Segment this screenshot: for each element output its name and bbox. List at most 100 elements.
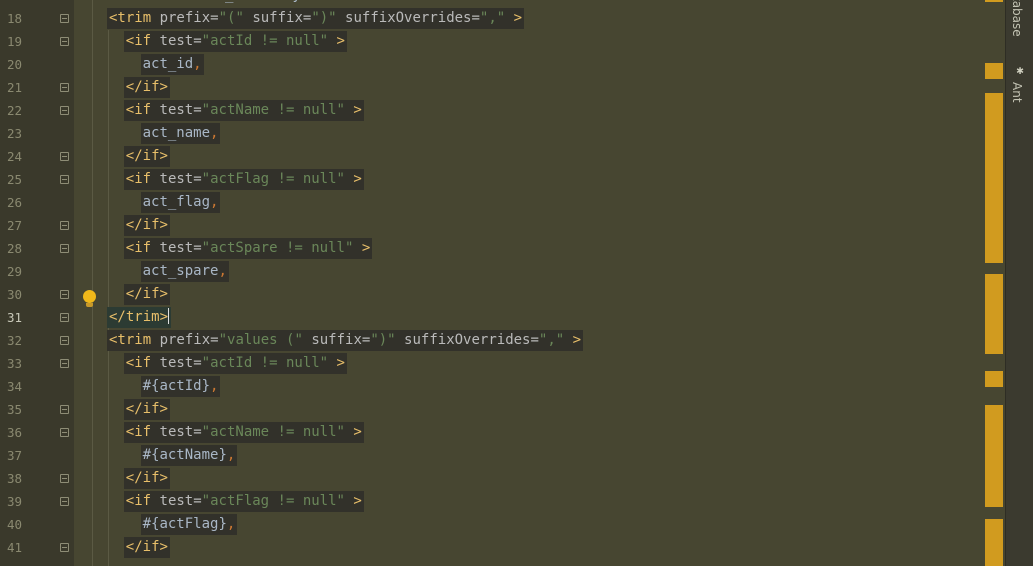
fold-toggle-icon[interactable] xyxy=(60,175,69,184)
line-number: 22 xyxy=(6,103,22,118)
code-token-group: insert into tb_activity xyxy=(107,0,301,3)
scrollbar-marker[interactable] xyxy=(985,0,1003,2)
fold-toggle-icon[interactable] xyxy=(60,428,69,437)
fold-toggle-icon[interactable] xyxy=(60,83,69,92)
code-line[interactable]: <if test="actFlag != null" > xyxy=(123,490,364,513)
code-token: "actName != null" xyxy=(201,424,345,440)
database-tool-tab[interactable]: tabase xyxy=(1010,0,1024,37)
fold-toggle-icon[interactable] xyxy=(60,37,69,46)
fold-toggle-icon[interactable] xyxy=(60,336,69,345)
line-number: 36 xyxy=(6,425,22,440)
fold-toggle-icon[interactable] xyxy=(60,152,69,161)
code-line[interactable]: <if test="actFlag != null" > xyxy=(123,168,364,191)
code-token: "actSpare != null" xyxy=(201,240,354,256)
code-line[interactable]: #{actFlag}, xyxy=(140,513,238,536)
code-editor[interactable]: insert into tb_activity <trim prefix="(" … xyxy=(74,0,1005,566)
line-number: 27 xyxy=(6,218,22,233)
code-token: prefix= xyxy=(159,10,219,26)
scrollbar-marker[interactable] xyxy=(985,93,1003,263)
line-number: 23 xyxy=(6,126,22,141)
code-token: , xyxy=(218,263,227,279)
code-token: test= xyxy=(159,355,202,371)
code-line[interactable]: act_id, xyxy=(140,53,204,76)
code-token: > xyxy=(328,33,345,49)
code-line[interactable]: #{actId}, xyxy=(140,375,221,398)
fold-toggle-icon[interactable] xyxy=(60,14,69,23)
code-token: <if xyxy=(125,493,160,509)
fold-toggle-icon[interactable] xyxy=(60,244,69,253)
line-number: 17 xyxy=(0,0,22,7)
code-line[interactable]: <if test="actSpare != null" > xyxy=(123,237,373,260)
fold-toggle-icon[interactable] xyxy=(60,106,69,115)
code-line[interactable]: </if> xyxy=(123,145,170,168)
code-line[interactable]: </if> xyxy=(123,214,170,237)
code-token: act_spare xyxy=(142,263,219,279)
code-line[interactable]: <if test="actName != null" > xyxy=(123,99,364,122)
code-token-group: <if test="actId != null" > xyxy=(123,353,347,374)
code-token-group: #{actName}, xyxy=(140,445,238,466)
code-line[interactable]: </if> xyxy=(123,398,170,421)
line-number: 38 xyxy=(6,471,22,486)
code-line[interactable]: <trim prefix="(" suffix=")" suffixOverri… xyxy=(107,7,525,30)
code-line[interactable]: insert into tb_activity xyxy=(107,0,301,7)
line-number: 18 xyxy=(6,11,22,26)
code-token: <if xyxy=(125,355,160,371)
fold-toggle-icon[interactable] xyxy=(60,405,69,414)
code-line[interactable]: <if test="actName != null" > xyxy=(123,421,364,444)
scrollbar-marker[interactable] xyxy=(985,519,1003,566)
fold-toggle-icon[interactable] xyxy=(60,359,69,368)
code-line[interactable]: <trim prefix="values (" suffix=")" suffi… xyxy=(107,329,584,352)
fold-toggle-icon[interactable] xyxy=(60,474,69,483)
code-token-group: </if> xyxy=(123,399,170,420)
code-line[interactable]: act_spare, xyxy=(140,260,229,283)
ant-tool-tab[interactable]: Ant xyxy=(1010,82,1024,103)
code-token: "values (" xyxy=(218,332,303,348)
scrollbar-marker[interactable] xyxy=(985,63,1003,79)
code-token: suffix= xyxy=(302,332,371,348)
code-token-group: <if test="actSpare != null" > xyxy=(123,238,373,259)
code-token: </if> xyxy=(125,286,168,302)
code-line[interactable]: </if> xyxy=(123,467,170,490)
code-token: #{actName} xyxy=(142,447,227,463)
code-line[interactable]: </if> xyxy=(123,76,170,99)
code-token: #{actFlag} xyxy=(142,516,227,532)
code-line[interactable]: <if test="actId != null" > xyxy=(123,352,347,375)
code-line[interactable]: #{actName}, xyxy=(140,444,238,467)
code-line[interactable]: <if test="actId != null" > xyxy=(123,30,347,53)
scrollbar-marker-strip[interactable] xyxy=(985,0,1003,566)
fold-toggle-icon[interactable] xyxy=(60,221,69,230)
code-token-group: act_flag, xyxy=(140,192,221,213)
lightbulb-icon[interactable] xyxy=(83,290,96,307)
fold-toggle-icon[interactable] xyxy=(60,313,69,322)
code-line[interactable]: </trim> xyxy=(107,306,172,329)
scrollbar-marker[interactable] xyxy=(985,371,1003,387)
code-token-group: act_spare, xyxy=(140,261,229,282)
code-token: test= xyxy=(159,424,202,440)
code-line[interactable]: act_flag, xyxy=(140,191,221,214)
code-token: "," xyxy=(479,10,506,26)
indent-guide xyxy=(92,0,93,566)
text-caret xyxy=(168,308,170,324)
fold-toggle-icon[interactable] xyxy=(60,543,69,552)
code-token: <if xyxy=(125,102,160,118)
code-token: </if> xyxy=(125,217,168,233)
code-token: act_id xyxy=(142,56,194,72)
fold-toggle-icon[interactable] xyxy=(60,290,69,299)
code-token: , xyxy=(226,516,236,532)
code-token: </if> xyxy=(125,539,168,555)
indent-guide xyxy=(108,30,109,566)
code-token: test= xyxy=(159,493,202,509)
code-token: , xyxy=(193,56,202,72)
code-token-group: <if test="actFlag != null" > xyxy=(123,491,364,512)
code-line[interactable]: </if> xyxy=(123,536,170,559)
code-token: suffixOverrides= xyxy=(336,10,480,26)
code-line[interactable]: act_name, xyxy=(140,122,221,145)
line-number-gutter[interactable]: 17 18 19 20 21 22 23 24 25 26 27 28 29 30 31 32 33 34 35 36… xyxy=(0,0,74,566)
line-number: 21 xyxy=(6,80,22,95)
fold-toggle-icon[interactable] xyxy=(60,497,69,506)
code-token-group: #{actId}, xyxy=(140,376,221,397)
code-line[interactable]: </if> xyxy=(123,283,170,306)
code-token: <if xyxy=(125,240,160,256)
scrollbar-marker[interactable] xyxy=(985,274,1003,354)
scrollbar-marker[interactable] xyxy=(985,405,1003,507)
